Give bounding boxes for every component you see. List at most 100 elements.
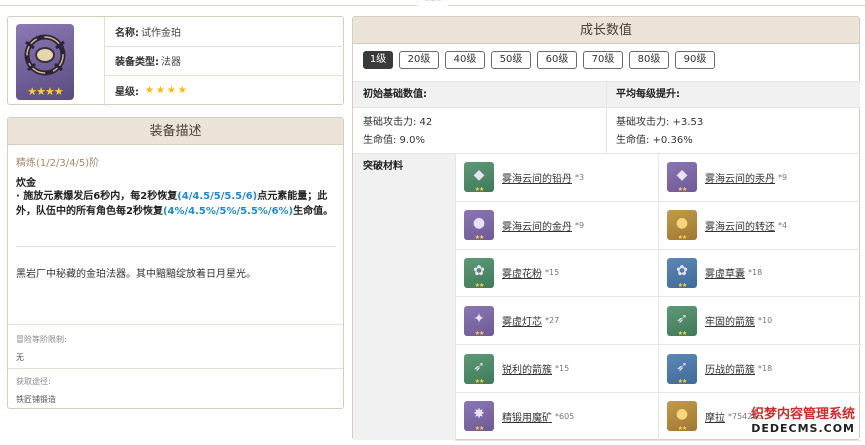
material-count: *9 xyxy=(575,220,585,230)
item-portrait: ★★★★ xyxy=(16,24,74,100)
material-item[interactable]: ➶ ★★ 牢固的箭簇 *10 xyxy=(658,297,861,346)
skill-text-1: · 施放元素爆发后6秒内，每2秒恢复 xyxy=(16,191,178,202)
catalyst-ring-icon xyxy=(24,34,66,76)
material-name[interactable]: 历战的箭簇 xyxy=(705,361,755,376)
limit-label: 冒险等阶限制: xyxy=(16,335,67,344)
divider-ornament-icon: ⁀⁀ xyxy=(418,1,448,11)
level-tab[interactable]: 40级 xyxy=(445,51,485,69)
gold-pill-icon: ● ★★ xyxy=(464,210,494,241)
skill-value-energy: (4/4.5/5/5.5/6) xyxy=(177,191,258,202)
materials-label: 突破材料 xyxy=(363,161,403,172)
material-item[interactable]: ✿ ★★ 雾虚草囊 *18 xyxy=(658,249,861,298)
item-name-row: 名称: 试作金珀 xyxy=(105,17,344,47)
skill-value-hp: (4%/4.5%/5%/5.5%/6%) xyxy=(162,206,294,217)
item-name: 试作金珀 xyxy=(141,27,181,39)
base-stats: 基础攻击力: 42 生命值: 9.0% xyxy=(353,108,606,153)
grass-pouch-icon: ✿ ★★ xyxy=(667,257,697,289)
level-tab[interactable]: 50级 xyxy=(491,51,531,69)
material-item[interactable]: ◆ ★★ 雾海云间的汞丹 *9 xyxy=(658,154,861,202)
material-name[interactable]: 雾海云间的汞丹 xyxy=(705,170,775,185)
item-type-row: 装备类型: 法器 xyxy=(105,47,344,77)
mystic-ore-icon: ✸ ★★ xyxy=(464,401,494,432)
level-tab[interactable]: 90级 xyxy=(675,51,715,69)
watermark-line2: DEDECMS.COM xyxy=(751,422,855,435)
item-info-card: ★★★★ 名称: 试作金珀 装备类型: 法器 星级: ★★★★ xyxy=(7,16,344,106)
material-name[interactable]: 雾海云间的金丹 xyxy=(502,218,572,233)
item-rarity-row: 星级: ★★★★ xyxy=(105,76,344,106)
material-name[interactable]: 锐利的箭簇 xyxy=(502,361,552,376)
material-item[interactable]: ✸ ★★ 精锻用魔矿 *605 xyxy=(455,393,658,441)
material-name[interactable]: 雾虚草囊 xyxy=(705,265,745,280)
lead-ore-icon: ◆ ★★ xyxy=(464,162,494,193)
skill-description: · 施放元素爆发后6秒内，每2秒恢复(4/4.5/5/5.5/6)点元素能量；此… xyxy=(16,189,338,219)
level-tabs: 1级 20级 40级 50级 60级 70级 80级 90级 xyxy=(363,51,715,69)
source-label: 获取途径: xyxy=(16,377,51,386)
material-count: *15 xyxy=(555,364,570,374)
material-count: *27 xyxy=(545,316,560,326)
material-name[interactable]: 精锻用魔矿 xyxy=(502,409,552,424)
material-count: *18 xyxy=(758,364,773,374)
material-name[interactable]: 摩拉 xyxy=(705,409,725,424)
refine-levels: 精炼(1/2/3/4/5)阶 xyxy=(16,158,100,169)
material-count: *9 xyxy=(778,172,788,182)
material-count: *15 xyxy=(545,268,560,278)
skill-text-3: 生命值。 xyxy=(293,206,334,217)
mercury-ore-icon: ◆ ★★ xyxy=(667,162,697,193)
material-name[interactable]: 雾海云间的铅丹 xyxy=(502,170,572,185)
description-title: 装备描述 xyxy=(8,118,343,145)
weathered-arrowhead-icon: ➶ ★★ xyxy=(667,353,697,385)
material-count: *18 xyxy=(748,268,763,278)
material-count: *3 xyxy=(575,172,585,182)
growth-title: 成长数值 xyxy=(353,17,859,44)
material-item[interactable]: ● ★★ 雾海云间的金丹 *9 xyxy=(455,201,658,250)
portrait-rarity-stars: ★★★★ xyxy=(27,85,63,98)
level-tab[interactable]: 60级 xyxy=(537,51,577,69)
material-count: *10 xyxy=(758,316,773,326)
material-item[interactable]: ✦ ★★ 雾虚灯芯 *27 xyxy=(455,297,658,346)
level-tab[interactable]: 80级 xyxy=(629,51,669,69)
base-stats-header: 初始基础数值: xyxy=(353,81,606,108)
material-count: *605 xyxy=(555,411,575,421)
item-attributes: 名称: 试作金珀 装备类型: 法器 星级: ★★★★ xyxy=(104,17,344,106)
watermark-logo: 织梦内容管理系统 DEDECMS.COM xyxy=(751,408,855,436)
material-item[interactable]: ● ★★ 雾海云间的转还 *4 xyxy=(658,201,861,250)
golden-pill-icon: ● ★★ xyxy=(667,210,697,241)
material-item[interactable]: ➶ ★★ 历战的箭簇 *18 xyxy=(658,345,861,393)
material-item[interactable]: ◆ ★★ 雾海云间的铅丹 *3 xyxy=(455,154,658,202)
level-tab[interactable]: 70级 xyxy=(583,51,623,69)
materials-grid: ◆ ★★ 雾海云间的铅丹 *3 ◆ ★★ 雾海云间的汞丹 *9 ● ★★ 雾海云间的金丹 *9 ● ★★ 雾… xyxy=(455,153,861,441)
lamp-wick-icon: ✦ ★★ xyxy=(464,305,494,337)
sharp-arrowhead-icon: ➶ ★★ xyxy=(464,353,494,385)
pollen-icon: ✿ ★★ xyxy=(464,257,494,289)
arrowhead-icon: ➶ ★★ xyxy=(667,305,697,337)
lore-text: 黑岩厂中秘藏的金珀法器。其中黯黯绽放着日月星光。 xyxy=(16,269,256,280)
avg-atk: 基础攻击力: +3.53 xyxy=(616,117,704,128)
base-hp: 生命值: 9.0% xyxy=(363,135,425,146)
description-divider xyxy=(16,246,336,247)
watermark-line1: 织梦内容管理系统 xyxy=(750,407,855,422)
base-atk: 基础攻击力: 42 xyxy=(363,117,433,128)
material-item[interactable]: ➶ ★★ 锐利的箭簇 *15 xyxy=(455,345,658,393)
item-name-label: 名称: xyxy=(115,27,139,39)
level-tab[interactable]: 20级 xyxy=(399,51,439,69)
material-name[interactable]: 雾海云间的转还 xyxy=(705,218,775,233)
source-value: 铁匠铺锻造 xyxy=(16,395,56,404)
materials-label-cell xyxy=(353,153,455,440)
description-panel: 装备描述 精炼(1/2/3/4/5)阶 炊金 · 施放元素爆发后6秒内，每2秒恢… xyxy=(7,117,344,409)
avg-hp: 生命值: +0.36% xyxy=(616,135,693,146)
item-type-label: 装备类型: xyxy=(115,57,159,69)
skill-name: 炊金 xyxy=(16,178,36,189)
material-name[interactable]: 雾虚灯芯 xyxy=(502,313,542,328)
growth-panel: 成长数值 1级 20级 40级 50级 60级 70级 80级 90级 初始基础数值: 平均每… xyxy=(352,16,861,441)
item-rarity-label: 星级: xyxy=(115,87,139,99)
item-type: 法器 xyxy=(161,57,181,69)
level-tab[interactable]: 1级 xyxy=(363,51,393,69)
material-name[interactable]: 雾虚花粉 xyxy=(502,265,542,280)
mora-coin-icon: ● ★★ xyxy=(667,401,697,432)
meta-divider xyxy=(8,368,343,369)
material-name[interactable]: 牢固的箭簇 xyxy=(705,313,755,328)
material-item[interactable]: ✿ ★★ 雾虚花粉 *15 xyxy=(455,249,658,298)
avg-stats: 基础攻击力: +3.53 生命值: +0.36% xyxy=(606,108,860,153)
meta-divider xyxy=(8,324,343,325)
star-icon: ★★★★ xyxy=(145,85,189,97)
